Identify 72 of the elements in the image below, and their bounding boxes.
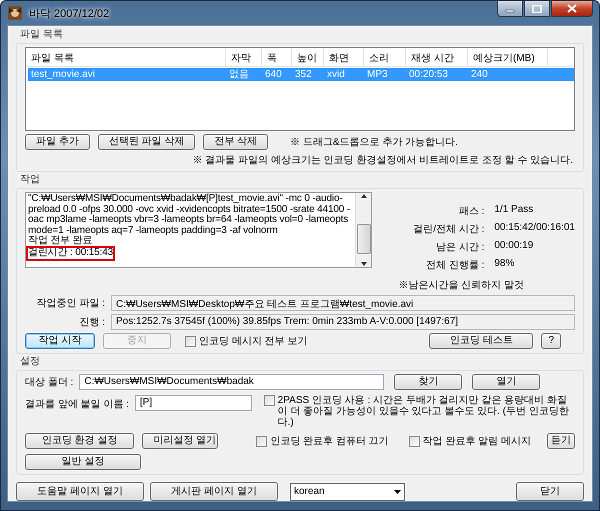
remove-selected-button[interactable]: 선택된 파일 삭제	[98, 134, 196, 150]
general-settings-button[interactable]: 일반 설정	[25, 454, 141, 470]
add-file-button[interactable]: 파일 추가	[25, 134, 90, 150]
help-page-button[interactable]: 도움말 페이지 열기	[16, 482, 144, 501]
checkbox-label: 2PASS 인코딩 사용 : 시간은 두배가 걸리지만 같은 용량대비 화질이 더 좋아질 가능성이 있을수 있다고 볼수도 있다. (두번 인코딩한다.)	[278, 395, 570, 428]
stat-label: 패스 :	[458, 205, 484, 218]
log-line: mode=1 -lameopts aq=7 -lameopts padding=3 -af volnorm	[28, 226, 278, 236]
progress-field: Pos:1252.7s 37545f (100%) 39.85fps Trem: 0min 233mb A-V:0.000 [1497:67]	[111, 314, 575, 330]
column-header[interactable]: 높이	[292, 48, 324, 66]
column-header[interactable]: 화면	[324, 48, 364, 66]
maximize-button[interactable]	[524, 1, 550, 17]
stat-label: 남은 시간 :	[435, 241, 484, 254]
drag-drop-note: ※ 드래그&드롭으로 추가 가능합니다.	[290, 136, 458, 149]
checkbox-label: 인코딩 완료후 컴퓨터 끄기	[270, 435, 389, 448]
log-line: 걸린시간 : 00:15:43	[28, 248, 114, 259]
window-title: 바닥 2007/12/02	[29, 6, 110, 20]
column-header[interactable]: 파일 목록	[26, 48, 226, 66]
checkbox[interactable]	[408, 436, 420, 446]
checkbox-label: 인코딩 메시지 전부 보기	[199, 335, 308, 348]
scroll-up-icon[interactable]	[360, 193, 368, 199]
field-label: 작업중인 파일 :	[36, 297, 105, 310]
log-line: oac mp3lame -lameopts vbr=3 -lameopts br=64 -lameopts vol=0 -lameopts	[28, 215, 348, 226]
stat-value: 1/1 Pass	[494, 204, 534, 217]
close-dialog-button[interactable]: 닫기	[516, 482, 584, 501]
log-line: preload 0.0 -ofps 30.000 -ovc xvid -xvidencopts bitrate=1500 -srate 44100 -	[28, 204, 350, 215]
maximize-icon	[532, 4, 542, 12]
start-button[interactable]: 작업 시작	[25, 333, 95, 349]
encoding-test-button[interactable]: 인코딩 테스트	[429, 333, 534, 349]
stat-value: 00:15:42/00:16:01	[494, 222, 575, 235]
close-button[interactable]	[551, 1, 593, 17]
minimize-button[interactable]	[497, 1, 523, 17]
column-header[interactable]: 자막	[226, 48, 262, 66]
group-label: 설정	[19, 356, 41, 368]
open-button[interactable]: 열기	[472, 374, 540, 390]
size-note: ※ 결과물 파일의 예상크기는 인코딩 환경설정에서 비트레이트로 조정 할 수 있습니다.	[192, 154, 574, 167]
stat-label: 걸린/전체 시간 :	[412, 223, 484, 236]
checkbox[interactable]	[264, 395, 275, 406]
column-header[interactable]: 재생 시간	[406, 48, 468, 66]
group-label: 파일 목록	[19, 29, 64, 41]
stat-value: 00:00:19	[494, 240, 534, 253]
language-select[interactable]: korean	[290, 482, 405, 500]
scroll-down-icon[interactable]	[360, 261, 368, 267]
dropdown-icon	[394, 490, 401, 494]
field-label: 결과를 앞에 붙일 이름 :	[25, 398, 129, 411]
close-icon	[567, 4, 577, 13]
listen-button[interactable]: 듣기	[547, 433, 575, 449]
current-file-field: C:₩Users₩MSI₩Desktop₩주요 테스트 프로그램₩test_movie.avi	[111, 295, 575, 311]
file-list[interactable]: 파일 목록 자막 폭 높이 화면 소리 재생 시간 예상크기(MB) test_movie.avi 없음 640 352 xvid MP3 00:20:53 240	[25, 47, 575, 131]
group-label: 작업	[19, 174, 41, 186]
prefix-field[interactable]: [P]	[134, 395, 252, 411]
remove-all-button[interactable]: 전부 삭제	[203, 134, 268, 150]
board-page-button[interactable]: 게시판 페이지 열기	[150, 482, 278, 501]
log-line: "C:₩Users₩MSI₩Documents₩badak₩[P]test_movie.avi" -mc 0 -audio-	[28, 194, 343, 204]
checkbox[interactable]	[256, 436, 268, 446]
stat-value: 98%	[494, 258, 516, 271]
field-label: 대상 폴더 :	[25, 376, 74, 389]
help-button[interactable]: ?	[541, 333, 561, 349]
app-icon	[7, 5, 23, 21]
log-line: 작업 전부 완료	[28, 236, 92, 247]
field-label: 진행 :	[78, 316, 105, 329]
scrollbar[interactable]	[355, 193, 372, 267]
column-header[interactable]: 폭	[262, 48, 292, 66]
preset-button[interactable]: 미리설정 열기	[142, 433, 218, 449]
encoding-settings-button[interactable]: 인코딩 환경 설정	[25, 433, 134, 449]
browse-button[interactable]: 찾기	[394, 374, 462, 390]
column-header[interactable]: 예상크기(MB)	[468, 48, 548, 66]
checkbox-label: 작업 완료후 알림 메시지	[422, 435, 531, 448]
warning-note: ※남은시간을 신뢰하지 말것	[397, 279, 525, 292]
checkbox[interactable]	[185, 336, 196, 346]
folder-field[interactable]: C:₩Users₩MSI₩Documents₩badak	[79, 374, 384, 390]
stat-label: 전체 진행률 :	[425, 259, 484, 272]
column-header[interactable]: 소리	[364, 48, 406, 66]
